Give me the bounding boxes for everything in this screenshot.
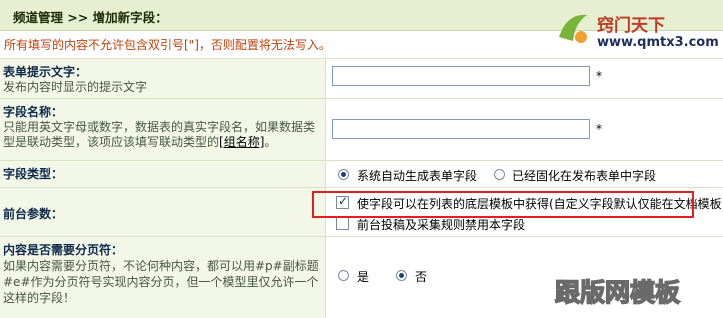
paging-desc: 如果内容需要分页符，不论何种内容，都可以用#p#副标题#e#作为分页符号实现内容…	[3, 259, 319, 305]
label-cell: 前台参数：	[0, 188, 326, 237]
paging-radio-yes[interactable]	[338, 270, 349, 281]
required-mark: *	[596, 69, 602, 83]
label-cell: 字段名称： 只能用英文字母或数字，数据表的真实字段名，如果数据类型是联动类型，该…	[0, 99, 326, 161]
field-type-radio-auto[interactable]	[338, 169, 349, 180]
disable-submit-option: 前台投稿及采集规则禁用本字段	[357, 218, 526, 232]
watermark-bottom: 跟版网模板	[554, 277, 681, 308]
field-name-label: 字段名称：	[3, 105, 64, 119]
paging-label: 内容是否需要分页符：	[3, 243, 124, 257]
label-cell: 内容是否需要分页符： 如果内容需要分页符，不论何种内容，都可以用#p#副标题#e…	[0, 237, 326, 318]
watermark-url: www.qmtx3.com	[597, 35, 719, 50]
paging-option-no: 否	[415, 270, 428, 284]
group-name-link[interactable]: [组名称]	[219, 135, 264, 149]
warning-text: 所有填写的内容不允许包含双引号["]，否则配置将无法写入。	[4, 38, 331, 52]
page: 频道管理 >> 增加新字段： 所有填写的内容不允许包含双引号["]，否则配置将无…	[0, 0, 723, 318]
frontend-params-label: 前台参数：	[3, 207, 64, 221]
field-type-option-auto: 系统自动生成表单字段	[357, 169, 478, 183]
paging-option-yes: 是	[357, 270, 370, 284]
breadcrumb: 频道管理 >> 增加新字段：	[13, 10, 168, 25]
logo-mark-icon	[559, 14, 587, 43]
required-mark: *	[596, 122, 602, 136]
row-field-type: 字段类型： 系统自动生成表单字段 已经固化在发布表单中字段	[0, 160, 723, 188]
field-type-label: 字段类型：	[3, 167, 64, 181]
field-name-input[interactable]	[332, 119, 590, 139]
form-tip-label: 表单提示文字：	[3, 65, 88, 79]
label-cell: 字段类型：	[0, 161, 326, 188]
form-tip-input[interactable]	[332, 66, 590, 86]
watermark-name: 窍门天下	[597, 16, 665, 36]
watermark-logo-top: 窍门天下 www.qmtx3.com	[553, 5, 723, 55]
paging-radio-no[interactable]	[396, 270, 407, 281]
label-cell: 表单提示文字： 发布内容时显示的提示文字	[0, 59, 326, 99]
row-form-tip: 表单提示文字： 发布内容时显示的提示文字 *	[0, 58, 723, 99]
highlight-box	[312, 191, 694, 218]
field-name-desc: 只能用英文字母或数字，数据表的真实字段名，如果数据类型是联动类型，该项应该填写联…	[3, 120, 321, 150]
form-tip-desc: 发布内容时显示的提示文字	[3, 80, 148, 94]
row-field-name: 字段名称： 只能用英文字母或数字，数据表的真实字段名，如果数据类型是联动类型，该…	[0, 98, 723, 161]
disable-submit-checkbox[interactable]	[336, 217, 349, 230]
field-type-option-fixed: 已经固化在发布表单中字段	[512, 169, 657, 183]
field-name-desc-end: 。	[264, 135, 277, 149]
field-type-radio-fixed[interactable]	[494, 169, 505, 180]
